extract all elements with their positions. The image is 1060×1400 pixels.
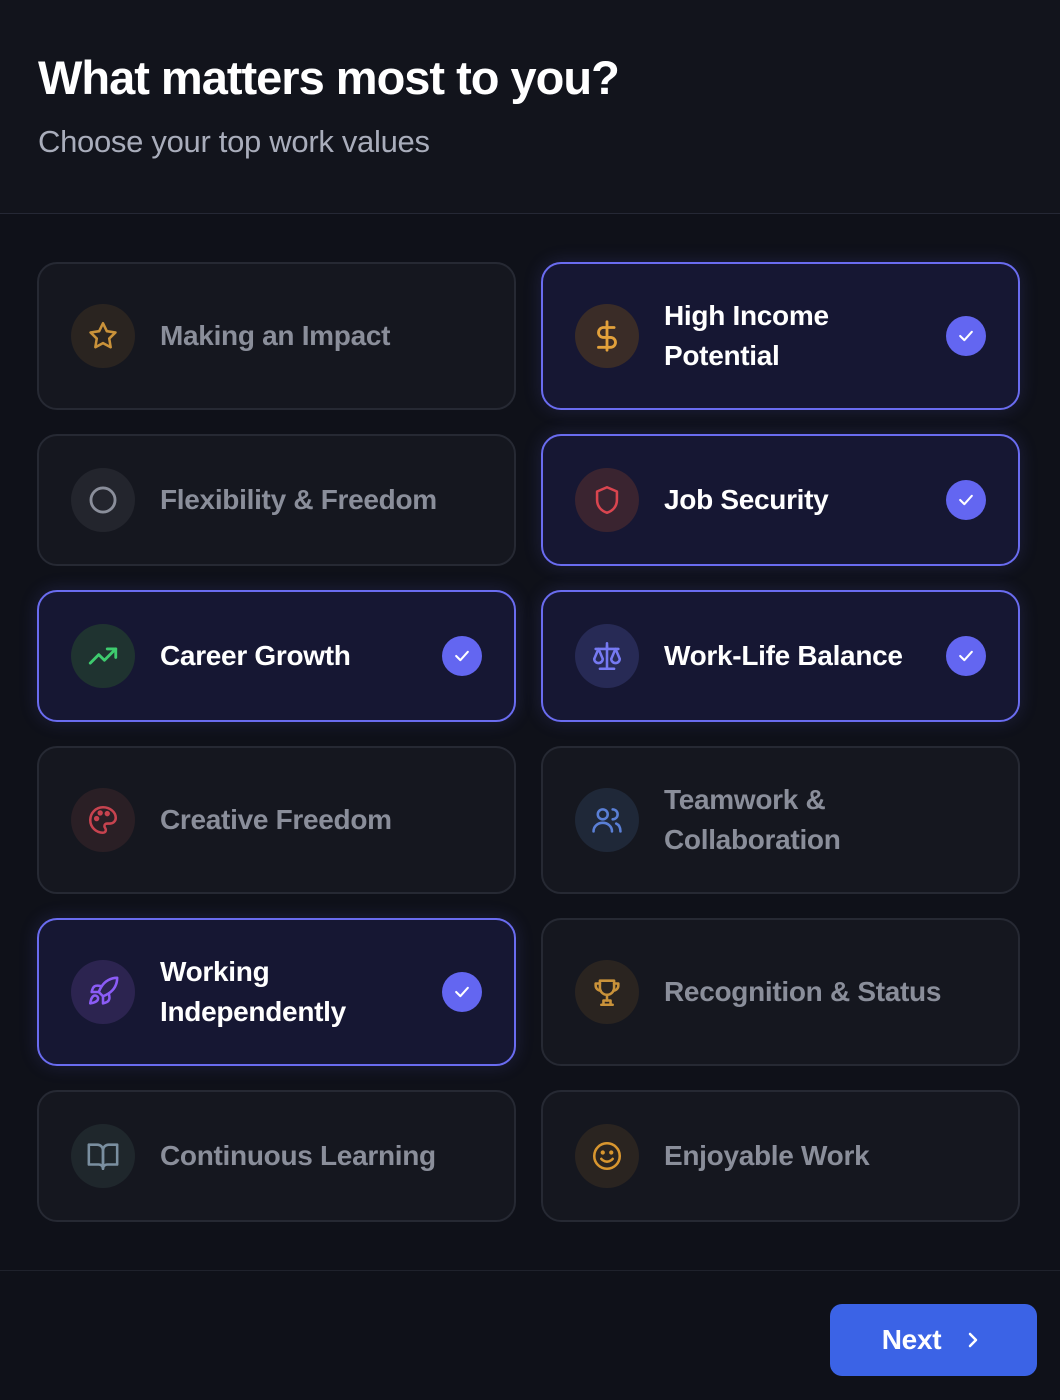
value-card-making-an-impact[interactable]: Making an Impact [37, 262, 516, 410]
value-label: Work-Life Balance [664, 640, 903, 671]
scale-icon [575, 624, 639, 688]
page-subtitle: Choose your top work values [38, 124, 430, 159]
value-card-enjoyable-work[interactable]: Enjoyable Work [541, 1090, 1020, 1222]
value-card-job-security[interactable]: Job Security [541, 434, 1020, 566]
dollar-icon [575, 304, 639, 368]
value-card-recognition-status[interactable]: Recognition & Status [541, 918, 1020, 1066]
value-label: Job Security [664, 484, 829, 515]
shield-icon [575, 468, 639, 532]
check-icon [946, 316, 986, 356]
value-label: Career Growth [160, 640, 351, 671]
value-label: Teamwork & Collaboration [664, 784, 841, 855]
trending-up-icon [71, 624, 135, 688]
value-card-creative-freedom[interactable]: Creative Freedom [37, 746, 516, 894]
value-label: Working Independently [160, 956, 346, 1027]
value-label: Recognition & Status [664, 976, 942, 1007]
value-card-work-life-balance[interactable]: Work-Life Balance [541, 590, 1020, 722]
check-icon [442, 972, 482, 1012]
check-icon [442, 636, 482, 676]
value-label: Flexibility & Freedom [160, 484, 437, 515]
circle-icon [71, 468, 135, 532]
value-label: Enjoyable Work [664, 1140, 870, 1171]
star-icon [71, 304, 135, 368]
smile-icon [575, 1124, 639, 1188]
rocket-icon [71, 960, 135, 1024]
check-icon [946, 636, 986, 676]
next-button-label: Next [881, 1324, 942, 1355]
value-label: Continuous Learning [160, 1140, 436, 1171]
palette-icon [71, 788, 135, 852]
value-card-high-income-potential[interactable]: High Income Potential [541, 262, 1020, 410]
value-label: Making an Impact [160, 320, 391, 351]
next-button[interactable]: Next [830, 1304, 1037, 1376]
trophy-icon [575, 960, 639, 1024]
value-card-working-independently[interactable]: Working Independently [37, 918, 516, 1066]
value-label: Creative Freedom [160, 804, 392, 835]
value-card-continuous-learning[interactable]: Continuous Learning [37, 1090, 516, 1222]
value-card-flexibility-freedom[interactable]: Flexibility & Freedom [37, 434, 516, 566]
book-icon [71, 1124, 135, 1188]
page-header: What matters most to you? Choose your to… [0, 0, 1060, 214]
value-card-career-growth[interactable]: Career Growth [37, 590, 516, 722]
check-icon [946, 480, 986, 520]
value-label: High Income Potential [664, 300, 829, 371]
page-title: What matters most to you? [38, 51, 620, 104]
chevron-right-icon [969, 1332, 978, 1348]
value-card-teamwork-collaboration[interactable]: Teamwork & Collaboration [541, 746, 1020, 894]
users-icon [575, 788, 639, 852]
